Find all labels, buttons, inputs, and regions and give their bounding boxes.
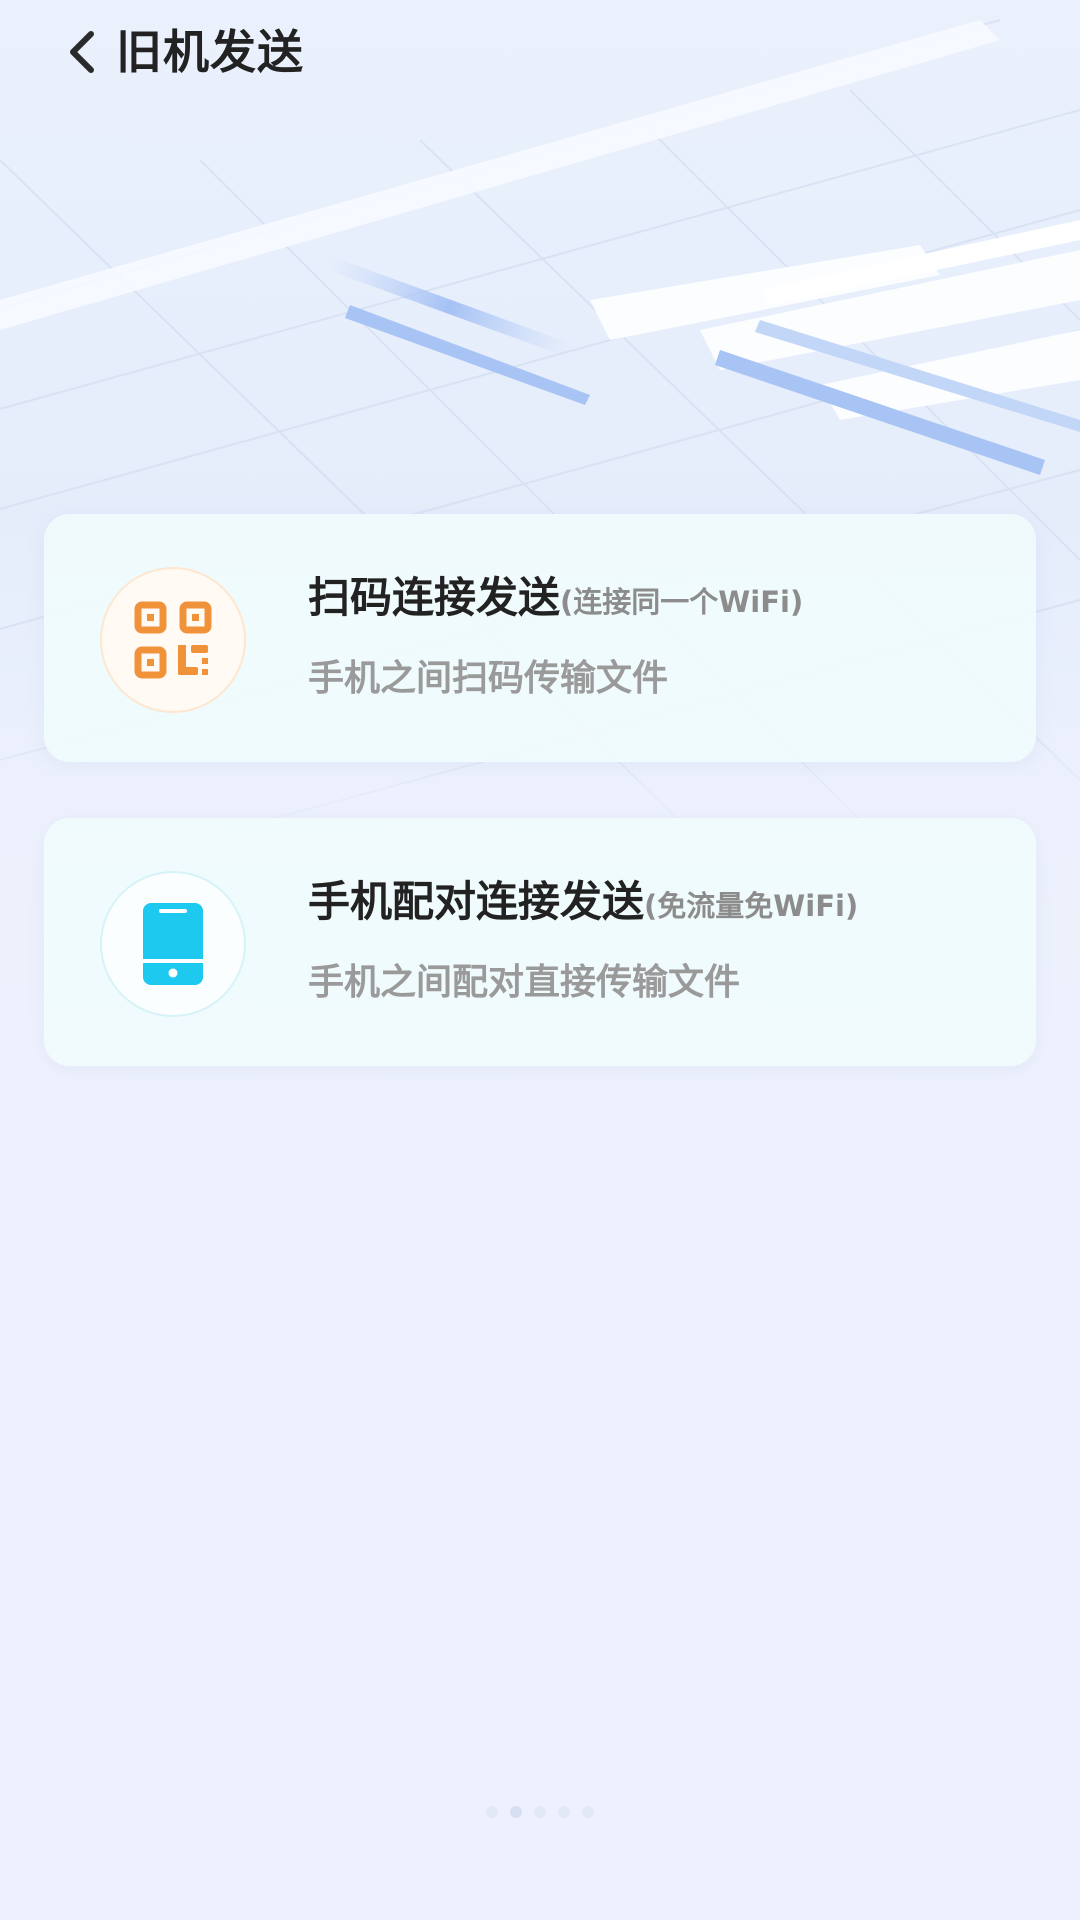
page-dot (534, 1806, 546, 1818)
option-title-main: 扫码连接发送 (308, 573, 561, 622)
page-dot (558, 1806, 570, 1818)
option-subtitle: 手机之间扫码传输文件 (308, 658, 669, 699)
scan-code-send-option[interactable]: 扫码连接发送(连接同一个WiFi) 手机之间扫码传输文件 (44, 514, 1036, 762)
phone-icon (143, 903, 203, 985)
option-title: 手机配对连接发送(免流量免WiFi) (308, 874, 858, 939)
back-button[interactable] (52, 20, 112, 84)
page-dot (486, 1806, 498, 1818)
option-subtitle: 手机之间配对直接传输文件 (308, 962, 741, 1003)
option-title-note: (连接同一个WiFi) (560, 585, 804, 619)
phone-pairing-send-option[interactable]: 手机配对连接发送(免流量免WiFi) 手机之间配对直接传输文件 (44, 818, 1036, 1066)
top-bar: 旧机发送 (0, 0, 1080, 110)
chevron-left-icon (70, 31, 94, 73)
option-title: 扫码连接发送(连接同一个WiFi) (308, 570, 803, 635)
phone-icon-badge (102, 873, 244, 1015)
qr-code-icon (134, 601, 212, 679)
page-dot (510, 1806, 522, 1818)
page-dot (582, 1806, 594, 1818)
page-title: 旧机发送 (116, 25, 304, 79)
qr-icon-badge (102, 569, 244, 711)
option-title-note: (免流量免WiFi) (644, 889, 859, 923)
page-indicator (0, 1806, 1080, 1826)
option-title-main: 手机配对连接发送 (308, 877, 645, 926)
